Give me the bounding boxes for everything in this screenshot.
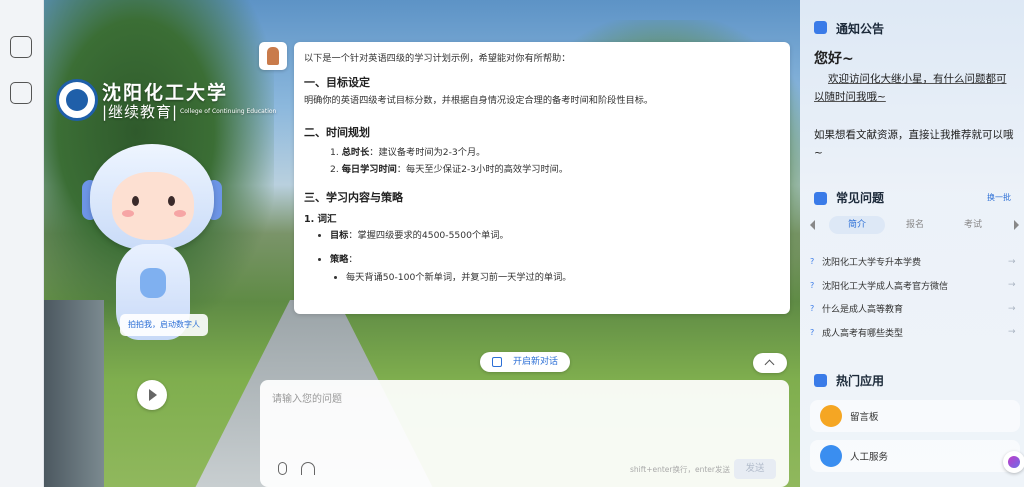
section-title: 一、目标设定 xyxy=(304,75,370,89)
new-chat-button[interactable]: 开启新对话 xyxy=(480,352,570,372)
new-chat-icon xyxy=(492,357,502,367)
notice-title: 通知公告 xyxy=(836,22,885,36)
mascot-head xyxy=(90,144,214,250)
item-number: 1. xyxy=(330,146,339,158)
assistant-message: 以下是一个针对英语四级的学习计划示例，希望能对你有所帮助： 一、目标设定 明确你… xyxy=(294,42,790,314)
app-message-board[interactable]: 留言板 xyxy=(810,400,1020,432)
faq-list: ? 沈阳化工大学专升本学费 → ? 沈阳化工大学成人高考官方微信 → ? 什么是成人高等教… xyxy=(810,250,1020,344)
tab-signup[interactable]: 报名 xyxy=(887,216,943,234)
left-rail xyxy=(0,0,44,487)
item-text: ： xyxy=(348,253,358,265)
mascot-eye xyxy=(168,196,175,206)
swap-batch-button[interactable]: 换一批 xyxy=(987,192,1011,203)
arrow-right-icon: → xyxy=(1008,303,1016,314)
question-icon: ? xyxy=(810,257,815,267)
question-icon: ? xyxy=(810,304,815,314)
tabs-next-icon[interactable] xyxy=(1014,220,1019,230)
vocab-list: 目标：掌握四级要求的4500-5500个单词。 策略： xyxy=(304,229,780,267)
right-panel: 通知公告 您好~ 欢迎访问化大继小星，有什么问题都可以随时问我哦~ 如果想看文献… xyxy=(800,0,1024,487)
tap-hand-icon xyxy=(140,268,166,298)
item-bold: 总时长 xyxy=(341,146,370,158)
strategy-list: 每天背诵50-100个新单词，并复习前一天学过的单词。 xyxy=(304,271,780,285)
message-intro: 以下是一个针对英语四级的学习计划示例，希望能对你有所帮助： xyxy=(304,53,571,64)
list-item: 2. 每日学习时间：每天至少保证2-3小时的高效学习时间。 xyxy=(330,163,780,177)
item-bold: 目标 xyxy=(330,230,349,242)
faq-tabs: 简介 报名 考试 xyxy=(810,214,1022,236)
time-plan-list: 1. 总时长：建议备考时间为2-3个月。 2. 每日学习时间：每天至少保证2-3… xyxy=(304,146,780,178)
tab-intro[interactable]: 简介 xyxy=(829,216,885,234)
new-chat-rail-icon[interactable] xyxy=(10,82,32,104)
section-title: 三、学习内容与策略 xyxy=(304,191,403,205)
send-button[interactable]: 发送 xyxy=(734,459,776,479)
arrow-right-icon: → xyxy=(1008,256,1016,267)
notice-icon xyxy=(814,21,827,34)
send-hint: shift+enter换行，enter发送 xyxy=(630,465,730,474)
faq-item-label: 沈阳化工大学专升本学费 xyxy=(822,258,922,269)
microphone-icon[interactable] xyxy=(278,462,287,475)
item-text: ：每天至少保证2-3小时的高效学习时间。 xyxy=(396,164,569,176)
app-label: 留言板 xyxy=(850,412,879,423)
mascot-cheek xyxy=(122,210,134,217)
mascot-face xyxy=(112,172,194,240)
item-bold: 策略 xyxy=(330,253,349,265)
new-chat-label: 开启新对话 xyxy=(512,357,558,367)
welcome-text: 欢迎访问化大继小星，有什么问题都可以随时问我哦~ xyxy=(814,73,1007,104)
item-text: ：建议备考时间为2-3个月。 xyxy=(369,146,486,158)
faq-item-label: 什么是成人高等教育 xyxy=(822,305,904,316)
question-input[interactable] xyxy=(272,390,777,450)
greeting: 您好~ xyxy=(814,51,854,67)
arrow-right-icon: → xyxy=(1008,327,1016,338)
play-button[interactable] xyxy=(137,380,167,410)
list-item: 1. 总时长：建议备考时间为2-3个月。 xyxy=(330,146,780,160)
hot-apps-icon xyxy=(814,374,827,387)
start-digital-human-badge[interactable]: 拍拍我，启动数字人 xyxy=(120,314,208,336)
headset-icon[interactable] xyxy=(301,462,315,475)
list-item: 策略： xyxy=(330,253,780,267)
section-title: 二、时间规划 xyxy=(304,125,370,139)
faq-item-label: 沈阳化工大学成人高考官方微信 xyxy=(822,281,949,292)
question-icon: ? xyxy=(810,280,815,290)
logo-division: |继续教育| xyxy=(102,103,179,121)
university-emblem-icon xyxy=(56,79,98,121)
item-text: ：掌握四级要求的4500-5500个单词。 xyxy=(348,230,509,242)
question-icon: ? xyxy=(810,327,815,337)
message-board-icon xyxy=(820,405,842,427)
app-label: 人工服务 xyxy=(850,452,889,463)
faq-item[interactable]: ? 沈阳化工大学专升本学费 → xyxy=(810,250,1020,274)
human-service-icon xyxy=(820,445,842,467)
mascot-cheek xyxy=(174,210,186,217)
sidebar-toggle-icon[interactable] xyxy=(10,36,32,58)
tabs-prev-icon[interactable] xyxy=(810,220,815,230)
recommend-text: 如果想看文献资源，直接让我推荐就可以哦~ xyxy=(814,129,1014,160)
collapse-button[interactable] xyxy=(753,353,787,373)
subsection-title: 1. 词汇 xyxy=(304,214,337,226)
faq-title: 常见问题 xyxy=(836,191,885,205)
faq-item[interactable]: ? 什么是成人高等教育 → xyxy=(810,297,1020,321)
arrow-right-icon: → xyxy=(1008,280,1016,291)
list-item: 目标：掌握四级要求的4500-5500个单词。 xyxy=(330,229,780,243)
input-box: shift+enter换行，enter发送 发送 xyxy=(260,380,789,487)
mascot-eye xyxy=(132,196,139,206)
section-text: 明确你的英语四级考试目标分数，并根据自身情况设定合理的备考时间和阶段性目标。 xyxy=(304,94,654,106)
floating-assistant-icon[interactable] xyxy=(1003,451,1024,473)
tab-exam[interactable]: 考试 xyxy=(945,216,1001,234)
item-number: 2. xyxy=(330,164,339,176)
logo-english: College of Continuing Education xyxy=(180,108,277,115)
item-bold: 每日学习时间 xyxy=(341,164,397,176)
faq-item[interactable]: ? 成人高考有哪些类型 → xyxy=(810,321,1020,345)
app-human-service[interactable]: 人工服务 xyxy=(810,440,1020,472)
hot-apps-title: 热门应用 xyxy=(836,374,885,388)
list-item: 每天背诵50-100个新单词，并复习前一天学过的单词。 xyxy=(346,271,780,285)
faq-item[interactable]: ? 沈阳化工大学成人高考官方微信 → xyxy=(810,274,1020,298)
faq-icon xyxy=(814,192,827,205)
assistant-avatar xyxy=(259,42,287,70)
faq-item-label: 成人高考有哪些类型 xyxy=(822,328,904,339)
